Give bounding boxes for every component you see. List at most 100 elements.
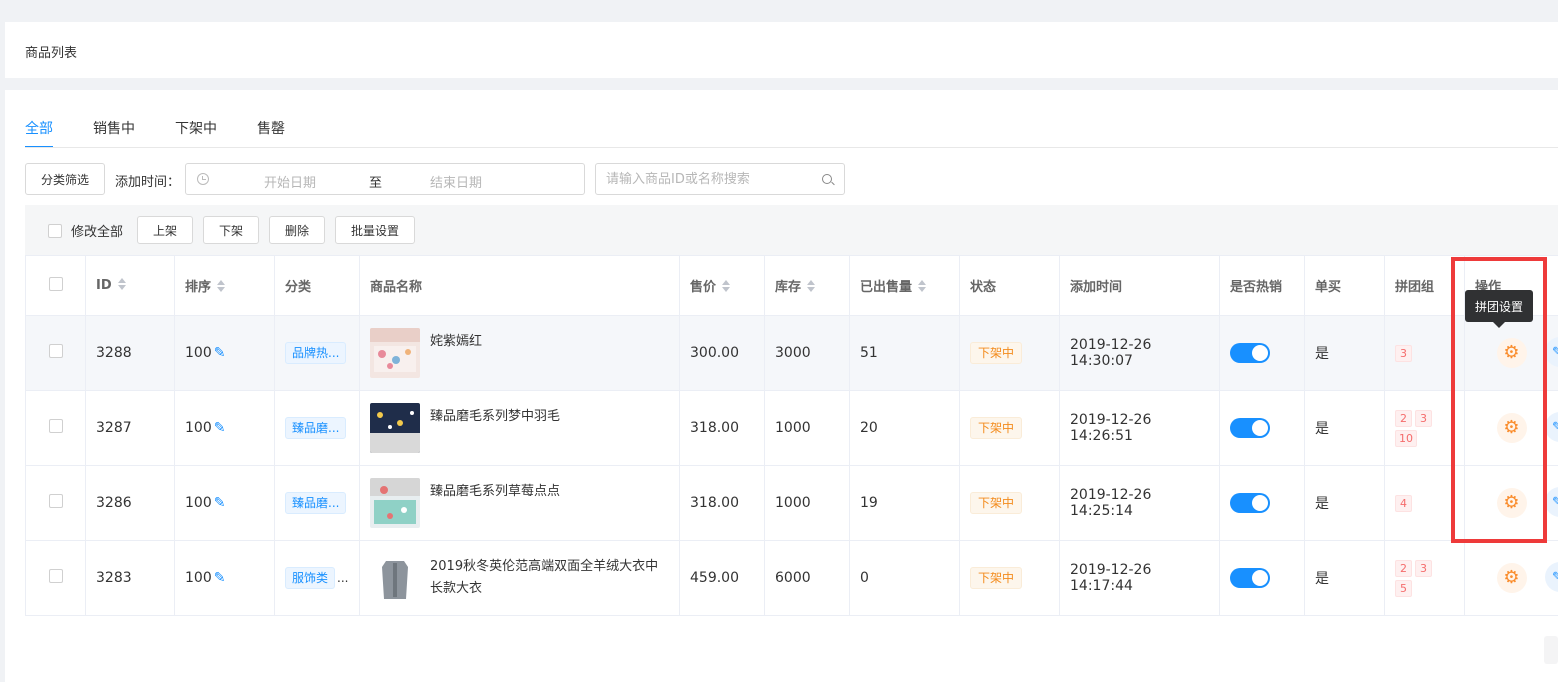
cell-sold: 19 [849,465,960,541]
product-name[interactable]: 姹紫嫣红 [430,328,482,353]
cell-action: ⚙ [1464,540,1558,616]
start-date-placeholder[interactable]: 开始日期 [264,172,316,191]
cell-stock: 1000 [764,465,850,541]
group-tag: 2 [1395,409,1412,427]
sort-icon[interactable] [918,280,927,292]
cell-category: 服饰类... [274,540,360,616]
cell-hot [1219,315,1305,391]
cell-stock: 1000 [764,390,850,466]
cell-status: 下架中 [959,315,1060,391]
cell-hot [1219,540,1305,616]
row-checkbox[interactable] [48,419,63,433]
cell-status: 下架中 [959,390,1060,466]
header-sold[interactable]: 已出售量 [849,255,960,316]
header-price[interactable]: 售价 [679,255,765,316]
cell-hot [1219,465,1305,541]
cell-added-time: 2019-12-26 14:17:44 [1059,540,1220,616]
status-badge: 下架中 [970,342,1023,364]
gear-icon[interactable]: ⚙ [1496,563,1527,593]
header-stock[interactable]: 库存 [764,255,850,316]
cell-single-buy: 是 [1304,315,1385,391]
cell-id: 3287 [85,390,175,466]
batch-settings-button[interactable]: 批量设置 [335,216,415,244]
bulk-action-bar: 修改全部 上架 下架 删除 批量设置 [25,205,1558,255]
cell-single-buy: 是 [1304,540,1385,616]
hot-toggle[interactable] [1230,343,1270,363]
product-thumbnail [370,403,420,453]
group-tag: 3 [1395,344,1412,362]
pencil-icon[interactable]: ✎ [214,420,226,436]
sort-icon[interactable] [807,280,816,292]
sort-icon[interactable] [217,280,226,292]
search-icon[interactable] [822,174,832,184]
pencil-icon[interactable]: ✎ [214,495,226,511]
row-checkbox[interactable] [48,344,63,358]
tab-on-sale[interactable]: 销售中 [93,120,135,148]
tab-off-shelf[interactable]: 下架中 [175,120,217,148]
category-more: ... [337,571,349,585]
group-tag: 3 [1415,409,1432,427]
category-tag: 服饰类 [285,567,336,589]
modify-all-label: 修改全部 [71,225,124,240]
date-range-picker[interactable]: 开始日期 至 结束日期 [185,163,585,195]
pencil-icon[interactable]: ✎ [214,570,226,586]
search-box [595,163,845,195]
cell-sort: 100 ✎ [174,315,275,391]
cell-sort: 100 ✎ [174,465,275,541]
search-input[interactable] [606,168,816,190]
sort-icon[interactable] [722,280,731,292]
status-badge: 下架中 [970,567,1023,589]
pagination-button[interactable] [1544,636,1558,664]
header-added-time: 添加时间 [1059,255,1220,316]
cell-category: 臻品磨... [274,390,360,466]
select-all-rows-checkbox[interactable] [48,276,63,291]
row-checkbox[interactable] [48,494,63,508]
cell-hot [1219,390,1305,466]
cell-added-time: 2019-12-26 14:26:51 [1059,390,1220,466]
cell-product: 臻品磨毛系列草莓点点 [359,465,680,541]
cell-added-time: 2019-12-26 14:25:14 [1059,465,1220,541]
sort-icon[interactable] [117,278,126,290]
end-date-placeholder[interactable]: 结束日期 [430,172,482,191]
off-shelf-button[interactable]: 下架 [203,216,259,244]
category-filter-button[interactable]: 分类筛选 [25,163,105,195]
header-checkbox-cell [25,255,86,316]
cell-single-buy: 是 [1304,465,1385,541]
category-tag: 品牌热... [285,342,347,364]
group-tag: 10 [1395,429,1417,447]
hot-toggle[interactable] [1230,418,1270,438]
hot-toggle[interactable] [1230,493,1270,513]
cell-price: 459.00 [679,540,765,616]
group-tag: 2 [1395,559,1412,577]
header-id[interactable]: ID [85,255,175,316]
product-name[interactable]: 2019秋冬英伦范高端双面全羊绒大衣中长款大衣 [430,553,669,600]
product-name[interactable]: 臻品磨毛系列草莓点点 [430,478,560,503]
product-name[interactable]: 臻品磨毛系列梦中羽毛 [430,403,560,428]
tab-sold-out[interactable]: 售罄 [257,120,285,148]
row-checkbox[interactable] [48,569,63,583]
product-thumbnail [370,328,420,378]
table-row: 3283 100 ✎ 服饰类... 2019秋冬英伦范高端双面全羊绒大衣中长款大衣 [25,540,1558,616]
group-tag: 3 [1415,559,1432,577]
table-row: 3287 100 ✎ 臻品磨... 臻品磨毛系列梦中羽毛 318.00 1000… [25,390,1558,466]
modify-all-checkbox[interactable] [48,224,62,238]
header-hot: 是否热销 [1219,255,1305,316]
tab-all[interactable]: 全部 [25,120,53,148]
header-sort[interactable]: 排序 [174,255,275,316]
table-row: 3288 100 ✎ 品牌热... 姹紫嫣红 300.00 3000 51 下架… [25,315,1558,391]
cell-stock: 3000 [764,315,850,391]
main-panel: 全部 销售中 下架中 售罄 分类筛选 添加时间： 开始日期 至 结束日期 修改全… [5,90,1558,682]
cell-product: 姹紫嫣红 [359,315,680,391]
pencil-icon[interactable]: ✎ [214,345,226,361]
hot-toggle[interactable] [1230,568,1270,588]
on-shelf-button[interactable]: 上架 [137,216,193,244]
delete-button[interactable]: 删除 [269,216,325,244]
group-tag: 4 [1395,494,1412,512]
row-checkbox-cell [25,465,86,541]
cell-product: 臻品磨毛系列梦中羽毛 [359,390,680,466]
cell-category: 品牌热... [274,315,360,391]
product-table: ID 排序 分类 商品名称 售价 库存 已出售量 状态 添加时间 是否热销 单买… [25,255,1558,616]
cell-category: 臻品磨... [274,465,360,541]
category-tag: 臻品磨... [285,417,347,439]
add-time-label: 添加时间： [115,175,181,190]
